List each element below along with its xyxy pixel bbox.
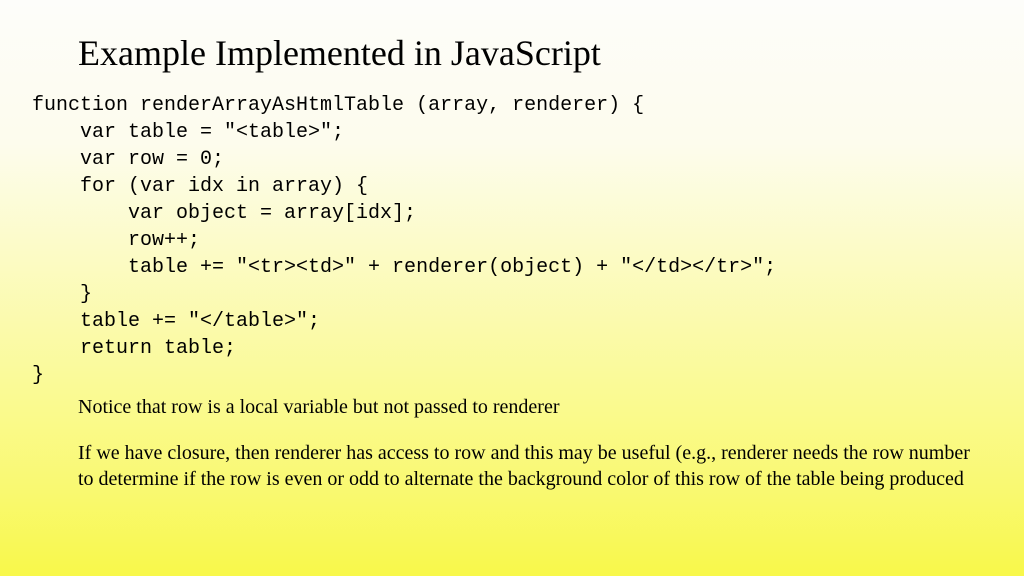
note-paragraph-2: If we have closure, then renderer has ac… — [78, 440, 984, 492]
notes-section: Notice that row is a local variable but … — [78, 394, 984, 512]
code-block: function renderArrayAsHtmlTable (array, … — [32, 92, 776, 389]
note-paragraph-1: Notice that row is a local variable but … — [78, 394, 984, 420]
slide: Example Implemented in JavaScript functi… — [0, 0, 1024, 576]
slide-title: Example Implemented in JavaScript — [78, 32, 601, 74]
